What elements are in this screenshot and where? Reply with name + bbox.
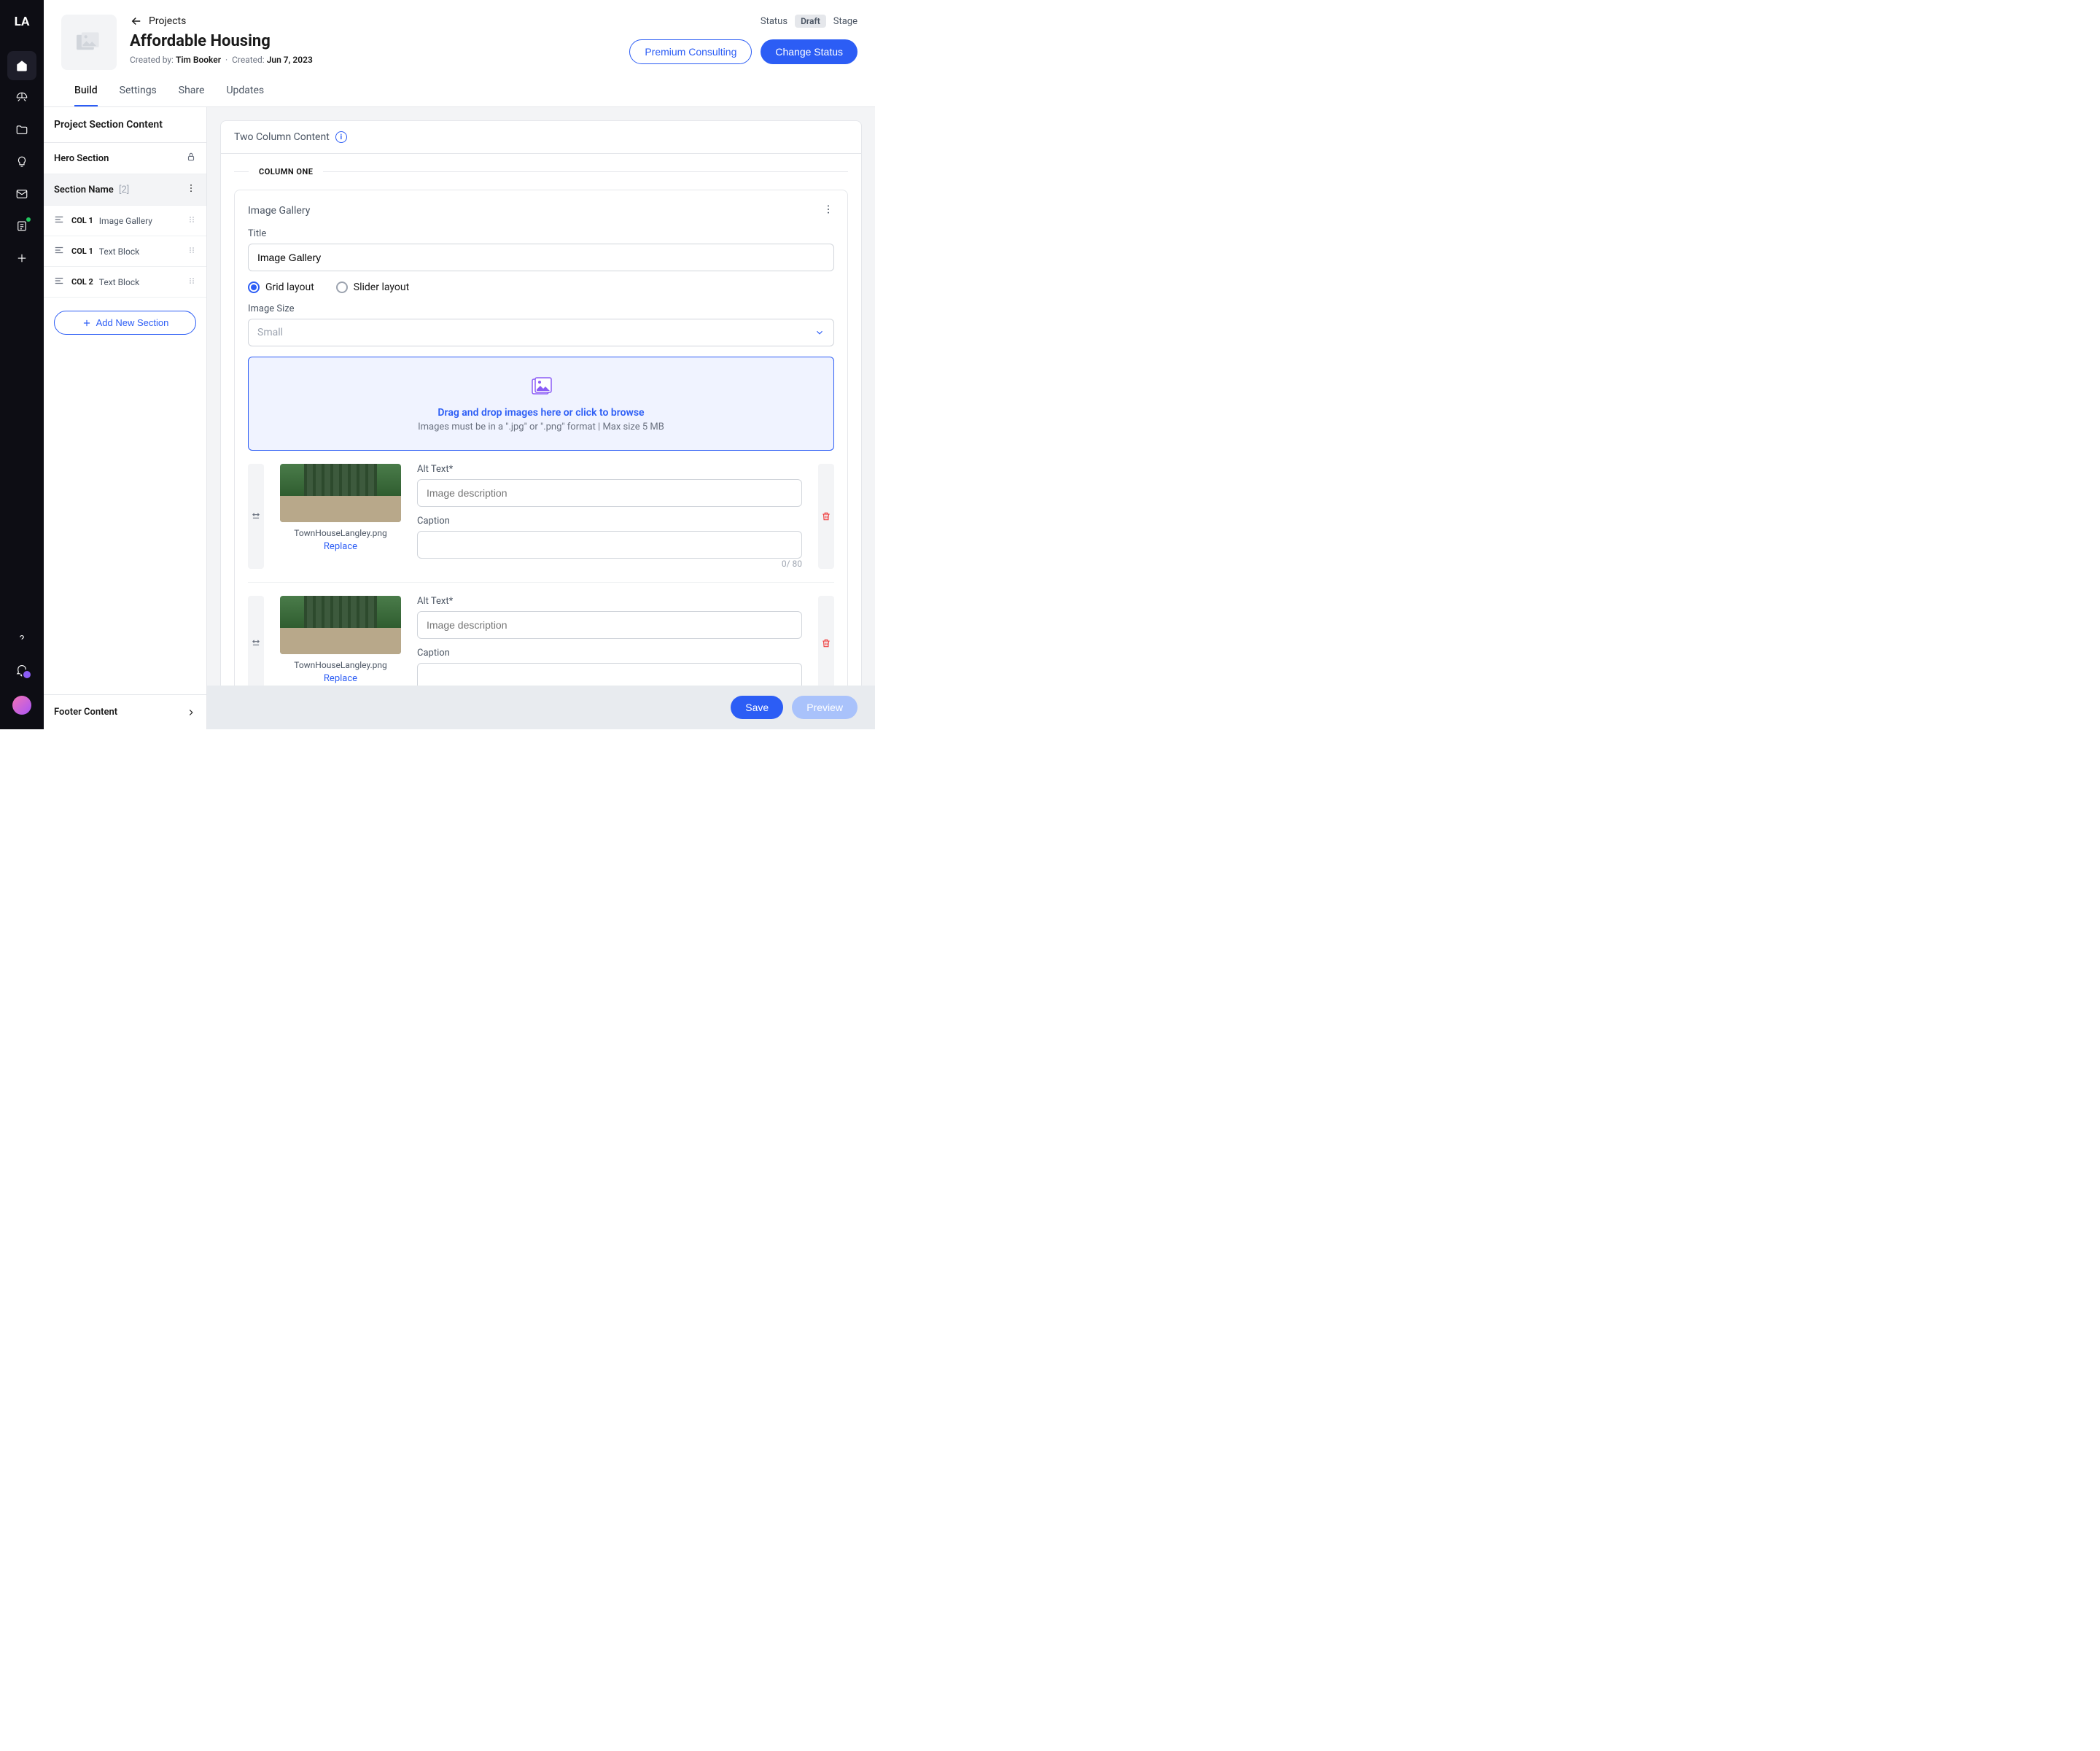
footer-content-row[interactable]: Footer Content: [44, 694, 206, 729]
radio-grid[interactable]: Grid layout: [248, 282, 314, 293]
nav-help-icon[interactable]: [7, 624, 36, 653]
char-counter: 0/ 80: [417, 559, 802, 569]
grip-icon[interactable]: [187, 276, 196, 287]
nav-folder-icon[interactable]: [7, 115, 36, 144]
replace-link[interactable]: Replace: [280, 541, 401, 552]
stage-label: Stage: [833, 16, 858, 27]
image-size-select[interactable]: Small: [248, 319, 834, 346]
header: Projects Affordable Housing Created by: …: [44, 0, 875, 107]
replace-link[interactable]: Replace: [280, 673, 401, 684]
nav-home-icon[interactable]: [7, 51, 36, 80]
tab-build[interactable]: Build: [74, 85, 98, 106]
align-icon: [54, 245, 64, 257]
preview-button[interactable]: Preview: [792, 696, 858, 719]
image-size-label: Image Size: [248, 303, 834, 314]
radio-slider[interactable]: Slider layout: [336, 282, 409, 293]
project-meta: Created by: Tim Booker · Created: Jun 7,…: [130, 55, 629, 65]
nav-ideas-icon[interactable]: [7, 147, 36, 176]
notification-badge: [22, 669, 32, 680]
reorder-handle[interactable]: [248, 464, 264, 569]
panel-title: Project Section Content: [44, 107, 206, 143]
info-icon[interactable]: i: [335, 131, 347, 143]
nav-dashboard-icon[interactable]: [7, 83, 36, 112]
arrow-left-icon: [130, 15, 143, 28]
tab-updates[interactable]: Updates: [226, 85, 264, 106]
change-status-button[interactable]: Change Status: [761, 39, 858, 64]
section-hero[interactable]: Hero Section: [44, 143, 206, 174]
status-label: Status: [761, 16, 788, 27]
card-header: Two Column Content i: [221, 121, 861, 154]
sidebar: LA: [0, 0, 44, 729]
chevron-down-icon: [814, 327, 825, 338]
nav-add-icon[interactable]: [7, 244, 36, 273]
section-panel: Project Section Content Hero Section Sec…: [44, 107, 207, 729]
page-title: Affordable Housing: [130, 32, 629, 50]
status-row: Status Draft Stage: [761, 15, 858, 28]
align-icon: [54, 214, 64, 227]
add-section-button[interactable]: Add New Section: [54, 311, 196, 335]
widget-title: Image Gallery: [248, 205, 310, 217]
status-badge: Draft: [795, 15, 826, 28]
caption-input[interactable]: [417, 531, 802, 559]
plus-icon: [82, 318, 92, 328]
grip-icon[interactable]: [187, 215, 196, 226]
lock-icon: [186, 152, 196, 165]
project-thumbnail: [61, 15, 117, 70]
premium-button[interactable]: Premium Consulting: [629, 39, 752, 64]
section-name[interactable]: Section Name [2]: [44, 174, 206, 206]
nav-notifications-icon[interactable]: [7, 656, 36, 686]
reorder-handle[interactable]: [248, 596, 264, 691]
image-preview: [280, 596, 401, 654]
badge-dot: [26, 217, 31, 222]
alt-text-input[interactable]: [417, 479, 802, 507]
delete-button[interactable]: [818, 596, 834, 691]
section-item[interactable]: COL 1 Image Gallery: [44, 206, 206, 236]
image-item: TownHouseLangley.png Replace Alt Text* C…: [248, 451, 834, 583]
delete-button[interactable]: [818, 464, 834, 569]
breadcrumb[interactable]: Projects: [130, 15, 629, 28]
logo: LA: [15, 15, 30, 29]
alt-text-input[interactable]: [417, 611, 802, 639]
dropzone[interactable]: Drag and drop images here or click to br…: [248, 357, 834, 451]
more-icon[interactable]: [186, 183, 196, 196]
nav-mail-icon[interactable]: [7, 179, 36, 209]
title-label: Title: [248, 228, 834, 239]
image-preview: [280, 464, 401, 522]
save-button[interactable]: Save: [731, 696, 783, 719]
align-icon: [54, 276, 64, 288]
tab-share[interactable]: Share: [179, 85, 205, 106]
tab-settings[interactable]: Settings: [120, 85, 157, 106]
widget-more-icon[interactable]: [822, 203, 834, 218]
grip-icon[interactable]: [187, 246, 196, 257]
image-upload-icon: [529, 375, 553, 398]
chevron-right-icon: [186, 707, 196, 718]
section-item[interactable]: COL 1 Text Block: [44, 236, 206, 267]
bottom-bar: Save Preview: [207, 686, 875, 729]
column-label: COLUMN ONE: [259, 167, 313, 176]
avatar[interactable]: [12, 696, 31, 715]
section-item[interactable]: COL 2 Text Block: [44, 267, 206, 298]
title-input[interactable]: [248, 244, 834, 271]
content-area: Two Column Content i COLUMN ONE Image Ga…: [207, 107, 875, 729]
nav-tasks-icon[interactable]: [7, 211, 36, 241]
